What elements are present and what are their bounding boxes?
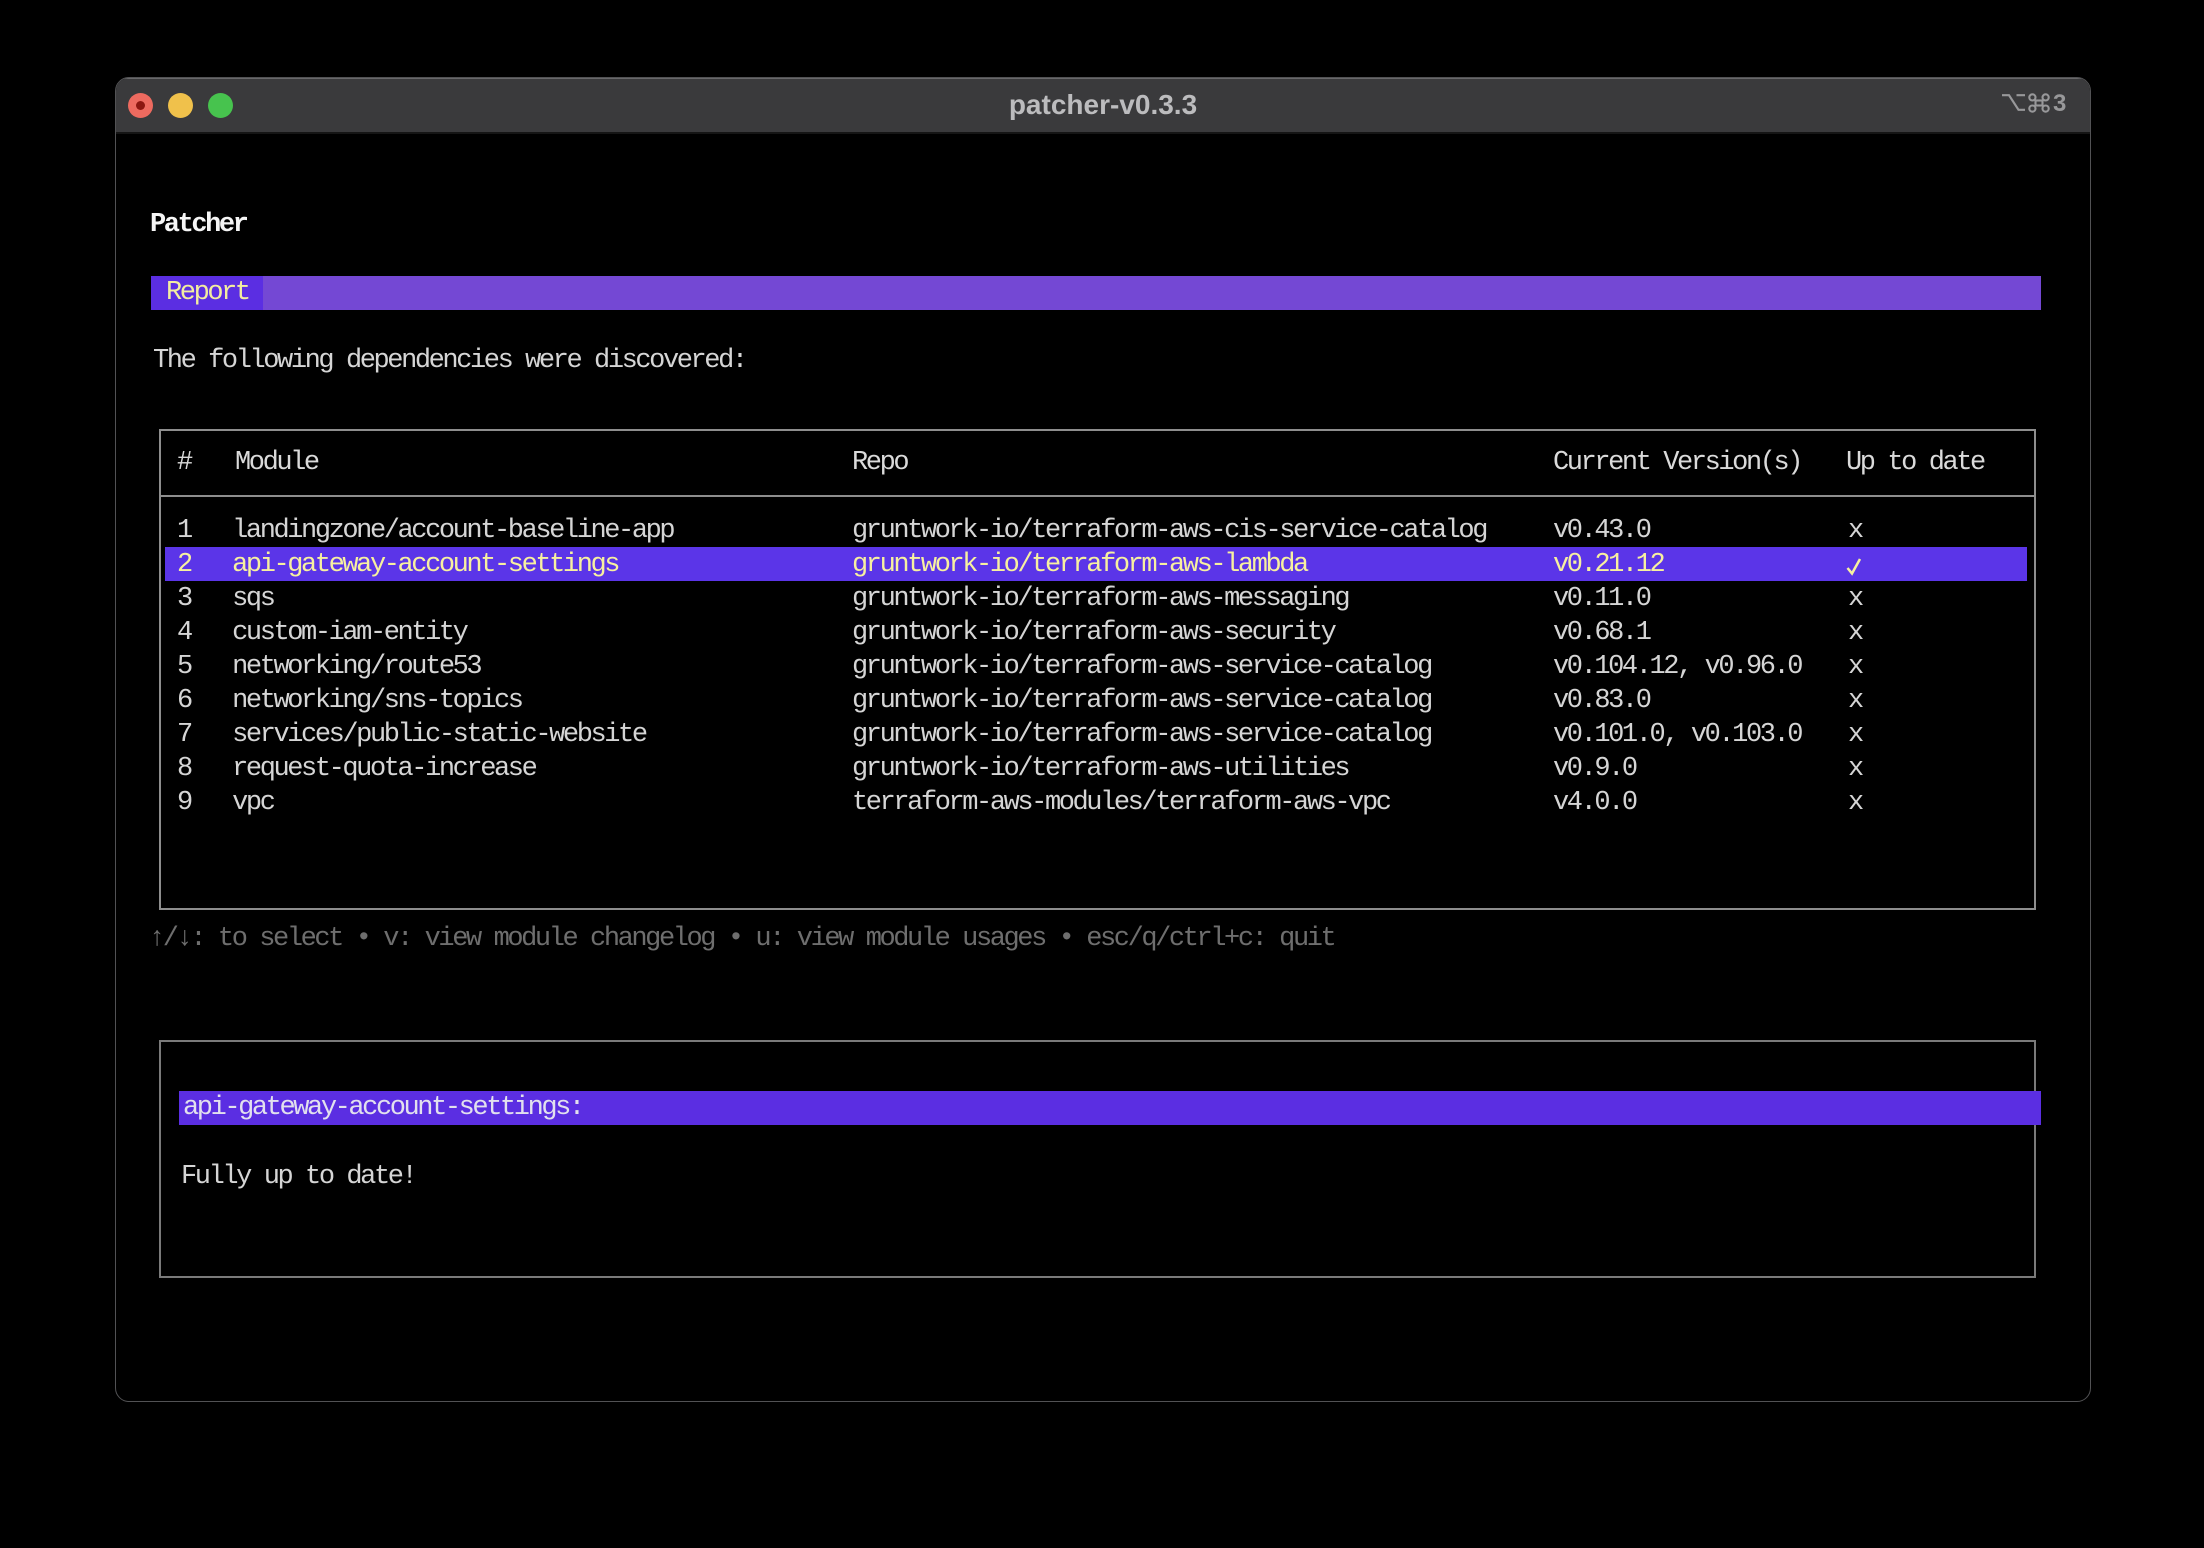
svg-text:3: 3 <box>2053 93 2066 113</box>
